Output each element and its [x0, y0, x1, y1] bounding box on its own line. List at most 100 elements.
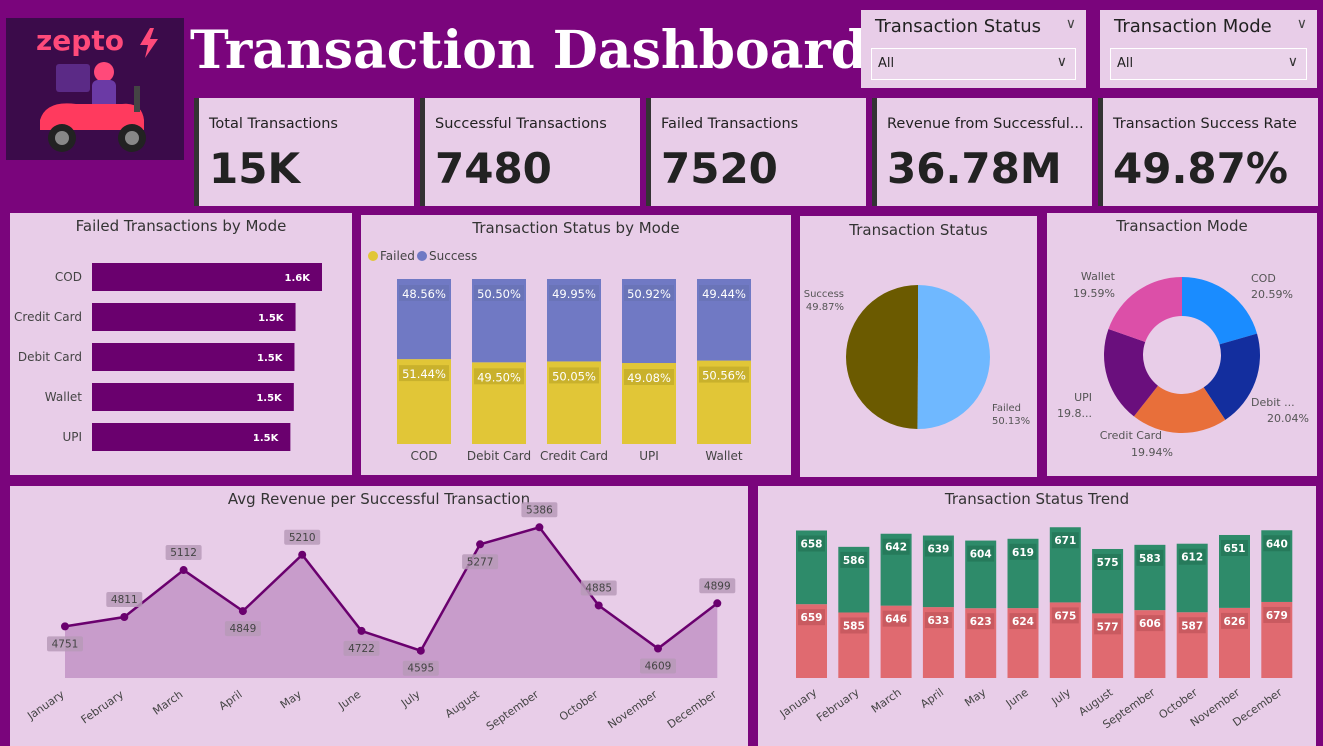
data-label: 659	[801, 612, 823, 624]
kpi-failed-transactions: Failed Transactions 7520	[646, 98, 866, 206]
data-label: 1.5K	[253, 433, 280, 444]
transaction-status-slicer[interactable]: Transaction Status ∨ All ∨	[861, 10, 1086, 88]
kpi-total-transactions: Total Transactions 15K	[194, 98, 414, 206]
x-tick-label: August	[443, 687, 483, 720]
x-tick-label: May	[962, 686, 988, 710]
legend-label: Success	[429, 249, 477, 263]
slice-value-label: 19.59%	[1073, 287, 1115, 300]
slicer-label: Transaction Status	[875, 16, 1042, 37]
data-point	[476, 540, 485, 549]
avg-revenue-chart: 4751 4811 5112 4849 5210 4722 4595 5277 5386 4885…	[24, 502, 736, 733]
slice-name-label: COD	[1251, 272, 1276, 285]
data-label: 49.50%	[477, 370, 521, 384]
status-by-mode-panel: Transaction Status by Mode Failed Success…	[361, 215, 791, 475]
mode-donut-chart: COD 20.59% Debit ... 20.04% Credit Card 19.94…	[1057, 270, 1309, 459]
data-point	[654, 644, 662, 653]
kpi-label: Successful Transactions	[435, 116, 607, 132]
chevron-down-icon[interactable]: ∨	[1066, 16, 1076, 32]
data-point	[238, 607, 247, 616]
area-fill	[65, 527, 718, 678]
data-label: 48.56%	[402, 287, 446, 301]
data-label: 577	[1097, 621, 1119, 633]
status-by-mode-chart: Failed Success 48.56% 51.44% COD 50.50% 49.50%…	[368, 249, 751, 463]
data-label: 50.56%	[702, 369, 746, 383]
status-trend-chart: 658 659 January 586 585 February 642 646 March 63…	[777, 527, 1293, 731]
slice-value-label: 49.87%	[806, 302, 844, 313]
x-tick-label: March	[869, 686, 904, 716]
status-pie-panel: Transaction Status Success 49.87% Failed 50…	[800, 216, 1037, 477]
x-tick-label: February	[79, 688, 127, 727]
chevron-down-icon: ∨	[1056, 54, 1067, 70]
pie-slice-success	[845, 285, 918, 429]
data-label: 49.44%	[702, 287, 746, 301]
data-label: 585	[843, 620, 865, 632]
data-label: 633	[927, 615, 949, 627]
kpi-value: 7520	[661, 144, 778, 193]
category-label: Debit Card	[467, 449, 531, 463]
legend-label: Failed	[380, 249, 415, 263]
slicer-label: Transaction Mode	[1114, 16, 1272, 37]
data-label: 4849	[230, 623, 257, 635]
data-label: 675	[1054, 610, 1076, 622]
kpi-value: 7480	[435, 144, 552, 193]
data-label: 651	[1224, 543, 1246, 555]
zepto-logo: zepto	[6, 18, 184, 160]
data-label: 5210	[289, 532, 316, 544]
data-label: 671	[1054, 535, 1076, 547]
kpi-successful-transactions: Successful Transactions 7480	[420, 98, 640, 206]
data-label: 50.50%	[477, 287, 521, 301]
data-label: 50.92%	[627, 287, 671, 301]
data-label: 51.44%	[402, 367, 446, 381]
kpi-revenue: Revenue from Successful... 36.78M	[872, 98, 1092, 206]
data-label: 1.5K	[257, 353, 284, 364]
slice-name-label: Wallet	[1081, 270, 1116, 283]
category-label: COD	[55, 270, 82, 284]
data-label: 619	[1012, 547, 1034, 559]
data-point	[179, 566, 188, 575]
category-label: Wallet	[705, 449, 743, 463]
x-tick-label: January	[24, 688, 67, 723]
data-label: 658	[801, 538, 823, 550]
avg-revenue-panel: Avg Revenue per Successful Transaction 4…	[10, 486, 748, 746]
delivery-scooter-icon	[40, 62, 146, 152]
lightning-icon	[140, 28, 158, 58]
page-title: Transaction Dashboard	[190, 20, 868, 81]
legend-marker	[417, 251, 427, 261]
x-tick-label: June	[335, 688, 363, 713]
data-label: 640	[1266, 538, 1288, 550]
kpi-success-rate: Transaction Success Rate 49.87%	[1098, 98, 1318, 206]
kpi-label: Total Transactions	[209, 116, 338, 132]
slice-name-label: Success	[804, 289, 844, 300]
data-point	[416, 646, 425, 655]
status-dropdown[interactable]: All ∨	[871, 48, 1076, 80]
data-point	[713, 599, 722, 608]
chevron-down-icon: ∨	[1287, 54, 1298, 70]
mode-donut-panel: Transaction Mode COD 20.59% Debit ... 20.04…	[1047, 213, 1317, 476]
data-label: 623	[970, 616, 992, 628]
mode-dropdown[interactable]: All ∨	[1110, 48, 1307, 80]
kpi-label: Failed Transactions	[661, 116, 799, 132]
data-label: 639	[927, 544, 949, 556]
category-label: Credit Card	[14, 310, 82, 324]
transaction-mode-slicer[interactable]: Transaction Mode ∨ All ∨	[1100, 10, 1317, 88]
slice-value-label: 20.04%	[1267, 412, 1309, 425]
data-point	[61, 622, 69, 631]
data-label: 583	[1139, 553, 1161, 565]
slice-name-label: UPI	[1074, 391, 1092, 404]
slice-value-label: 50.13%	[992, 416, 1030, 427]
category-label: UPI	[639, 449, 659, 463]
data-point	[594, 601, 603, 610]
logo-text: zepto	[36, 24, 124, 57]
data-label: 4595	[407, 663, 434, 675]
kpi-value: 15K	[209, 144, 300, 193]
data-label: 1.6K	[285, 273, 312, 284]
chevron-down-icon[interactable]: ∨	[1297, 16, 1307, 32]
x-tick-label: July	[1049, 686, 1074, 709]
x-tick-label: May	[278, 688, 304, 712]
failed-by-mode-chart: COD 1.6K Credit Card 1.5K Debit Card 1.5K Wall…	[14, 263, 322, 451]
data-label: 606	[1139, 618, 1161, 630]
kpi-label: Revenue from Successful...	[887, 116, 1084, 132]
data-point	[298, 550, 307, 559]
dropdown-value: All	[1117, 56, 1134, 71]
x-tick-label: June	[1003, 686, 1031, 711]
